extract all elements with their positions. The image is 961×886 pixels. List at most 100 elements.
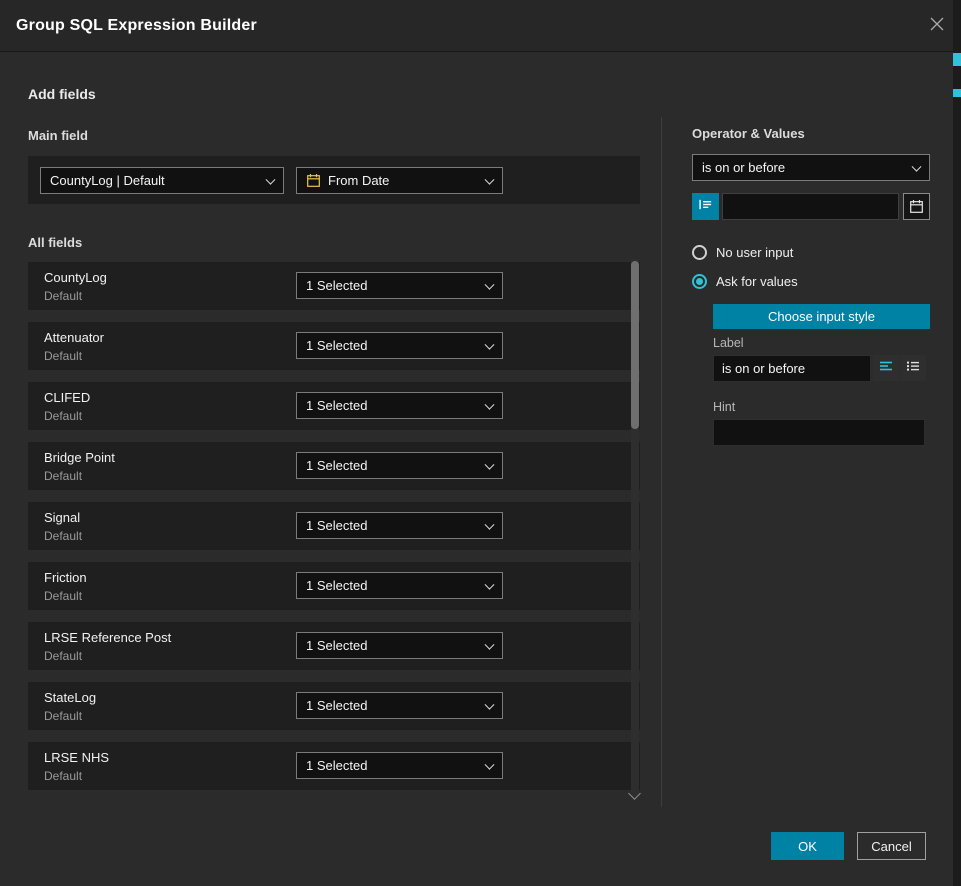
field-name: Attenuator bbox=[44, 330, 104, 345]
operator-select[interactable]: is on or before bbox=[692, 154, 930, 181]
field-row: CLIFED Default 1 Selected bbox=[28, 382, 640, 430]
calendar-icon bbox=[306, 173, 321, 188]
radio-unselected-icon bbox=[692, 245, 707, 260]
chevron-down-icon bbox=[485, 579, 495, 589]
field-subtitle: Default bbox=[44, 289, 82, 303]
field-row: LRSE Reference Post Default 1 Selected bbox=[28, 622, 640, 670]
ask-for-values-label: Ask for values bbox=[716, 274, 798, 289]
no-user-input-label: No user input bbox=[716, 245, 793, 260]
label-caption: Label bbox=[713, 336, 744, 350]
main-field-select[interactable]: From Date bbox=[296, 167, 503, 194]
field-subtitle: Default bbox=[44, 469, 82, 483]
chevron-down-icon bbox=[912, 161, 922, 171]
calendar-icon bbox=[909, 199, 924, 214]
field-value-select[interactable]: 1 Selected bbox=[296, 392, 503, 419]
label-input[interactable] bbox=[713, 355, 871, 382]
set-from-field-button[interactable] bbox=[692, 193, 719, 220]
close-icon bbox=[928, 15, 946, 38]
field-value-select[interactable]: 1 Selected bbox=[296, 272, 503, 299]
field-subtitle: Default bbox=[44, 409, 82, 423]
layer-select-value: CountyLog | Default bbox=[50, 173, 165, 188]
field-value-select[interactable]: 1 Selected bbox=[296, 332, 503, 359]
scrollbar-tick bbox=[953, 89, 961, 97]
value-input[interactable] bbox=[722, 193, 899, 220]
no-user-input-radio[interactable]: No user input bbox=[692, 245, 793, 260]
field-name: CLIFED bbox=[44, 390, 90, 405]
field-name: Bridge Point bbox=[44, 450, 115, 465]
chevron-down-icon bbox=[485, 279, 495, 289]
close-button[interactable] bbox=[927, 16, 947, 36]
hint-caption: Hint bbox=[713, 400, 735, 414]
field-row: Attenuator Default 1 Selected bbox=[28, 322, 640, 370]
chevron-down-icon bbox=[485, 339, 495, 349]
single-line-style-toggle[interactable] bbox=[873, 355, 899, 381]
field-row: Signal Default 1 Selected bbox=[28, 502, 640, 550]
dialog-title: Group SQL Expression Builder bbox=[16, 0, 257, 52]
layer-select[interactable]: CountyLog | Default bbox=[40, 167, 284, 194]
cancel-button[interactable]: Cancel bbox=[857, 832, 926, 860]
choose-input-style-button[interactable]: Choose input style bbox=[713, 304, 930, 329]
chevron-down-icon bbox=[485, 639, 495, 649]
chevron-down-icon bbox=[485, 759, 495, 769]
field-value-select-value: 1 Selected bbox=[306, 398, 367, 413]
list-scrollbar-thumb[interactable] bbox=[631, 261, 639, 429]
main-field-select-value: From Date bbox=[328, 173, 389, 188]
add-fields-heading: Add fields bbox=[28, 86, 96, 102]
field-name: LRSE Reference Post bbox=[44, 630, 171, 645]
field-value-select-value: 1 Selected bbox=[306, 458, 367, 473]
field-name: Signal bbox=[44, 510, 80, 525]
list-scrollbar[interactable] bbox=[631, 259, 639, 797]
field-value-select-value: 1 Selected bbox=[306, 698, 367, 713]
chevron-down-icon bbox=[485, 519, 495, 529]
field-subtitle: Default bbox=[44, 349, 82, 363]
field-subtitle: Default bbox=[44, 709, 82, 723]
ask-for-values-radio[interactable]: Ask for values bbox=[692, 274, 798, 289]
ok-button[interactable]: OK bbox=[771, 832, 844, 860]
field-row: LRSE NHS Default 1 Selected bbox=[28, 742, 640, 790]
single-line-input-icon bbox=[879, 359, 893, 378]
field-name: Friction bbox=[44, 570, 87, 585]
radio-selected-icon bbox=[692, 274, 707, 289]
dialog-titlebar: Group SQL Expression Builder bbox=[0, 0, 961, 52]
field-value-select-value: 1 Selected bbox=[306, 638, 367, 653]
field-row: Bridge Point Default 1 Selected bbox=[28, 442, 640, 490]
field-name: LRSE NHS bbox=[44, 750, 109, 765]
field-subtitle: Default bbox=[44, 769, 82, 783]
date-picker-button[interactable] bbox=[903, 193, 930, 220]
list-input-icon bbox=[906, 359, 920, 378]
all-fields-heading: All fields bbox=[28, 235, 82, 250]
field-value-select[interactable]: 1 Selected bbox=[296, 512, 503, 539]
field-value-select-value: 1 Selected bbox=[306, 578, 367, 593]
chevron-down-icon bbox=[485, 174, 495, 184]
operator-values-heading: Operator & Values bbox=[692, 126, 805, 141]
field-value-select[interactable]: 1 Selected bbox=[296, 452, 503, 479]
field-value-select[interactable]: 1 Selected bbox=[296, 572, 503, 599]
page-scrollbar[interactable] bbox=[953, 0, 961, 886]
field-row: StateLog Default 1 Selected bbox=[28, 682, 640, 730]
operator-select-value: is on or before bbox=[702, 160, 785, 175]
field-value-select[interactable]: 1 Selected bbox=[296, 752, 503, 779]
chevron-down-icon bbox=[485, 699, 495, 709]
field-input-icon bbox=[698, 197, 713, 217]
field-value-select-value: 1 Selected bbox=[306, 758, 367, 773]
field-value-select[interactable]: 1 Selected bbox=[296, 692, 503, 719]
vertical-divider bbox=[661, 117, 662, 807]
hint-input[interactable] bbox=[713, 419, 925, 446]
field-value-select-value: 1 Selected bbox=[306, 338, 367, 353]
field-name: CountyLog bbox=[44, 270, 107, 285]
field-value-select[interactable]: 1 Selected bbox=[296, 632, 503, 659]
field-value-select-value: 1 Selected bbox=[306, 278, 367, 293]
main-field-heading: Main field bbox=[28, 128, 88, 143]
chevron-down-icon bbox=[266, 174, 276, 184]
chevron-down-icon bbox=[485, 459, 495, 469]
field-row: CountyLog Default 1 Selected bbox=[28, 262, 640, 310]
chevron-down-icon bbox=[485, 399, 495, 409]
scrollbar-tick bbox=[953, 53, 961, 66]
field-subtitle: Default bbox=[44, 649, 82, 663]
list-style-toggle[interactable] bbox=[900, 355, 926, 381]
field-subtitle: Default bbox=[44, 529, 82, 543]
field-value-select-value: 1 Selected bbox=[306, 518, 367, 533]
field-row: Friction Default 1 Selected bbox=[28, 562, 640, 610]
field-name: StateLog bbox=[44, 690, 96, 705]
field-subtitle: Default bbox=[44, 589, 82, 603]
